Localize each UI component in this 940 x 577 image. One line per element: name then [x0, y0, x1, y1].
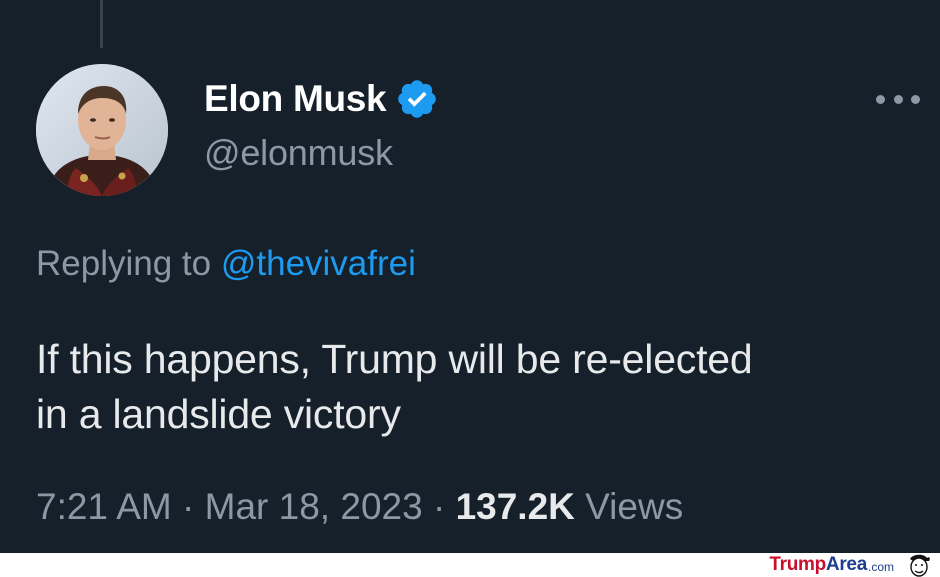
author-handle[interactable]: @elonmusk [204, 132, 393, 174]
author-display-name[interactable]: Elon Musk [204, 78, 387, 120]
site-watermark: Trump Area .com [769, 553, 932, 577]
views-count[interactable]: 137.2K [456, 486, 575, 527]
replying-to-label: Replying to [36, 244, 212, 283]
watermark-area: Area [825, 554, 867, 575]
meta-separator: · [182, 486, 195, 527]
thread-connector-line [100, 0, 103, 48]
tweet-date[interactable]: Mar 18, 2023 [205, 486, 423, 527]
reply-mention-link[interactable]: @thevivafrei [221, 244, 416, 283]
avatar[interactable] [36, 64, 168, 196]
meta-separator: · [432, 486, 446, 527]
tweet-text: If this happens, Trump will be re-electe… [36, 332, 916, 442]
avatar-portrait-icon [36, 64, 168, 196]
tweet-text-line: in a landslide victory [36, 391, 401, 437]
more-dots-icon [876, 94, 885, 104]
watermark-trump: Trump [769, 554, 826, 575]
watermark-suffix: .com [867, 560, 894, 574]
more-options-button[interactable] [876, 86, 920, 112]
author-name-row: Elon Musk [204, 74, 439, 124]
watermark-face-icon [910, 554, 930, 577]
tweet-time[interactable]: 7:21 AM [36, 486, 172, 527]
views-label: Views [585, 486, 684, 527]
tweet-meta: 7:21 AM · Mar 18, 2023 · 137.2K Views [36, 486, 683, 528]
tweet-text-line: If this happens, Trump will be re-electe… [36, 336, 753, 382]
more-dots-icon [893, 94, 903, 104]
replying-to-line: Replying to @thevivafrei [36, 244, 416, 284]
more-dots-icon [911, 94, 920, 104]
tweet-card: Elon Musk @elonmusk Replying to @theviva… [0, 0, 940, 553]
verified-badge-icon [398, 80, 437, 118]
